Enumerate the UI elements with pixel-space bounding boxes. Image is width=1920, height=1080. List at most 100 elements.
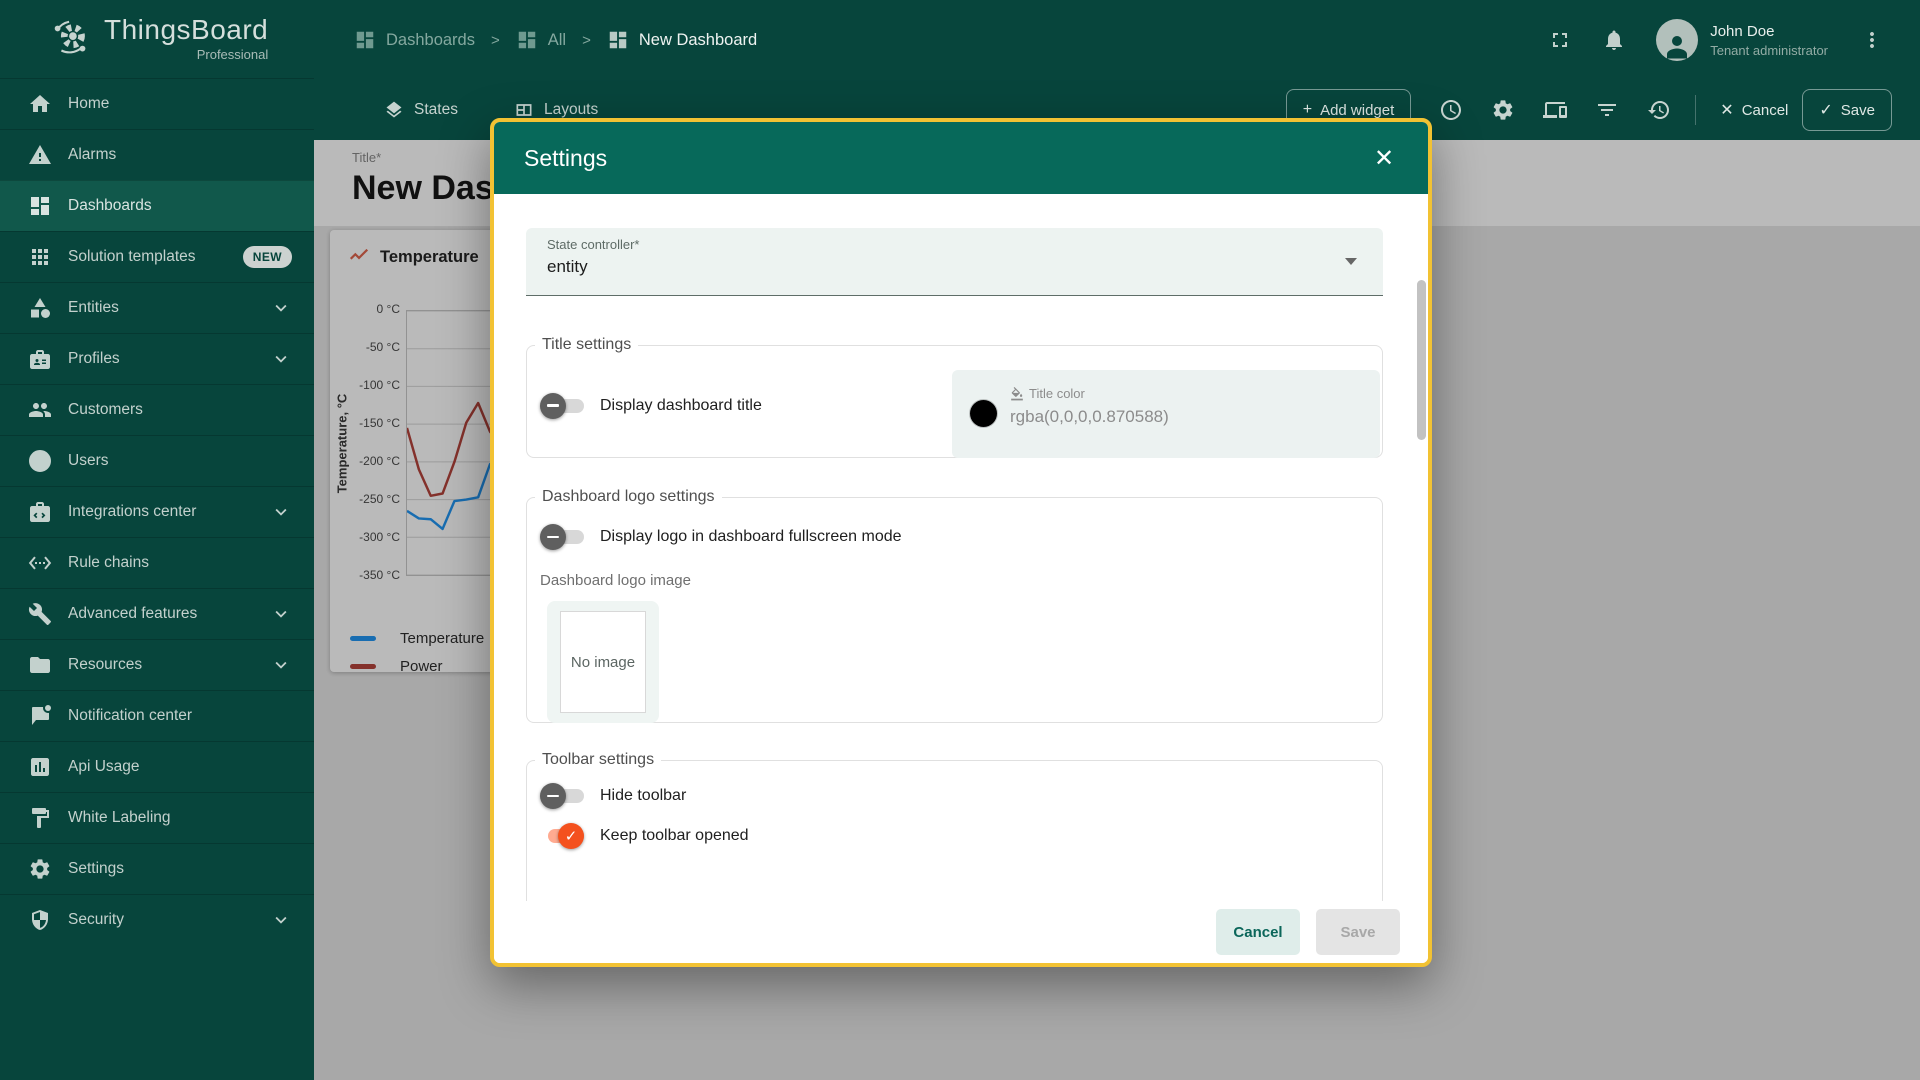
resources-icon [28,653,52,677]
fullscreen-button[interactable] [1540,20,1580,60]
sidebar-nav: Home Alarms Dashboards Solution template… [0,78,314,945]
fullscreen-icon [1548,28,1572,52]
display-dashboard-title-toggle[interactable] [540,393,586,419]
title-color-swatch[interactable] [970,400,997,427]
dialog-title: Settings [524,145,607,172]
sidebar-item-entities[interactable]: Entities [0,282,314,333]
sidebar-item-rule-chains[interactable]: Rule chains [0,537,314,588]
chevron-down-icon [270,348,292,370]
users-icon [28,449,52,473]
sidebar-item-white-labeling[interactable]: White Labeling [0,792,314,843]
display-title-label: Display dashboard title [600,397,762,415]
dashboard-logo-image-label: Dashboard logo image [540,572,1382,589]
toolbar-divider [1695,95,1696,125]
breadcrumb-new-dashboard[interactable]: New Dashboard [607,29,757,51]
new-badge: NEW [243,246,292,268]
tab-layouts[interactable]: Layouts [514,100,598,120]
sidebar-item-security[interactable]: Security [0,894,314,945]
state-controller-value: entity [547,257,1383,277]
sidebar-item-home[interactable]: Home [0,78,314,129]
layers-icon [384,100,404,120]
hide-toolbar-label: Hide toolbar [600,787,686,805]
cancel-edit-button[interactable]: ✕ Cancel [1706,89,1802,131]
version-history-button[interactable] [1633,88,1685,132]
toggle-off-dash-icon [547,536,559,539]
bell-icon [1602,28,1626,52]
hide-toolbar-toggle[interactable] [540,783,586,809]
sidebar-item-notification-center[interactable]: Notification center [0,690,314,741]
user-avatar[interactable] [1656,19,1698,61]
more-menu-button[interactable] [1852,20,1892,60]
save-dashboard-button[interactable]: ✓ Save [1802,89,1892,131]
sidebar-item-settings[interactable]: Settings [0,843,314,894]
no-image-placeholder: No image [560,611,646,713]
customers-icon [28,398,52,422]
dialog-cancel-button[interactable]: Cancel [1216,909,1300,955]
toolbar-settings-legend: Toolbar settings [535,751,661,769]
dialog-save-button[interactable]: Save [1316,909,1400,955]
sidebar-item-api-usage[interactable]: Api Usage [0,741,314,792]
brand-subtitle: Professional [104,47,268,62]
sidebar: ThingsBoard Professional Home Alarms Das… [0,0,314,1080]
user-name: John Doe [1710,23,1828,40]
sidebar-item-solution-templates[interactable]: Solution templates NEW [0,231,314,282]
close-icon: ✕ [1374,144,1394,173]
toggle-off-dash-icon [547,404,559,407]
logo-settings-legend: Dashboard logo settings [535,488,722,506]
breadcrumb-separator: > [491,32,500,49]
integrations-icon [28,500,52,524]
display-logo-fullscreen-toggle[interactable] [540,524,586,550]
keep-toolbar-opened-toggle[interactable]: ✓ [540,823,586,849]
sidebar-item-advanced-features[interactable]: Advanced features [0,588,314,639]
breadcrumb-dashboards[interactable]: Dashboards [354,29,475,51]
history-icon [1647,98,1671,122]
state-controller-select[interactable]: State controller* entity [526,228,1383,296]
filter-icon [1595,98,1619,122]
dialog-close-button[interactable]: ✕ [1366,140,1402,176]
clock-icon [1439,98,1463,122]
dropdown-arrow-icon [1345,258,1357,265]
user-info[interactable]: John Doe Tenant administrator [1710,23,1828,58]
title-color-label: Title color [1010,386,1085,401]
settings-dialog-header: Settings ✕ [494,122,1428,194]
home-icon [28,92,52,116]
title-color-field[interactable]: Title color rgba(0,0,0,0.870588) [952,370,1380,458]
dialog-scrollbar[interactable] [1417,280,1426,440]
timewindow-button[interactable] [1425,88,1477,132]
alarm-warning-icon [28,143,52,167]
notifications-button[interactable] [1594,20,1634,60]
entities-icon [28,296,52,320]
title-color-value: rgba(0,0,0,0.870588) [1010,407,1169,427]
title-settings-section: Title settings Display dashboard title T… [526,336,1383,458]
white-labeling-icon [28,806,52,830]
chevron-down-icon [270,909,292,931]
chevron-down-icon [270,603,292,625]
logo-image-dropzone[interactable]: No image [547,601,659,723]
entity-filter-button[interactable] [1581,88,1633,132]
display-logo-label: Display logo in dashboard fullscreen mod… [600,528,902,546]
brand-logo[interactable]: ThingsBoard Professional [0,0,314,78]
breadcrumb-separator: > [582,32,591,49]
keep-toolbar-label: Keep toolbar opened [600,827,749,845]
profiles-icon [28,347,52,371]
settings-dialog-footer: Cancel Save [494,901,1428,963]
more-vert-icon [1860,28,1884,52]
chevron-down-icon [270,501,292,523]
settings-dialog: Settings ✕ State controller* entity Titl… [490,118,1432,967]
breadcrumb-all[interactable]: All [516,29,566,51]
dashboard-icon [354,29,376,51]
sidebar-item-dashboards[interactable]: Dashboards [0,180,314,231]
dashboard-icon [607,29,629,51]
tab-states[interactable]: States [384,100,458,120]
sidebar-item-integrations-center[interactable]: Integrations center [0,486,314,537]
dashboard-settings-button[interactable] [1477,88,1529,132]
sidebar-item-alarms[interactable]: Alarms [0,129,314,180]
dashboard-icon [516,29,538,51]
sidebar-item-resources[interactable]: Resources [0,639,314,690]
manage-layouts-button[interactable] [1529,88,1581,132]
sidebar-item-profiles[interactable]: Profiles [0,333,314,384]
thingsboard-logo-icon [48,16,94,62]
state-controller-label: State controller* [547,237,1383,252]
sidebar-item-users[interactable]: Users [0,435,314,486]
sidebar-item-customers[interactable]: Customers [0,384,314,435]
